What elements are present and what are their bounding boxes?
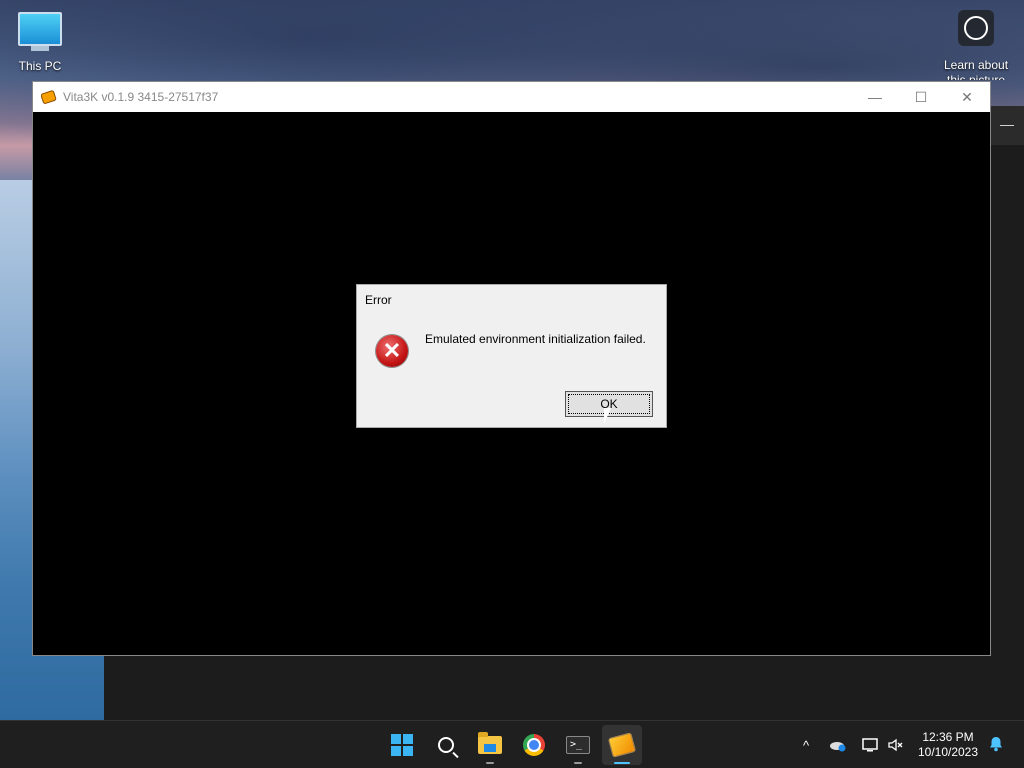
volume-muted-icon[interactable] — [886, 721, 906, 768]
monitor-icon — [18, 12, 62, 46]
vita3k-app-icon — [41, 90, 57, 104]
network-icon[interactable] — [860, 721, 880, 768]
mouse-cursor-icon — [604, 408, 611, 424]
dialog-title: Error — [365, 293, 392, 307]
start-button[interactable] — [382, 725, 422, 765]
search-icon — [438, 737, 454, 753]
error-icon: ✕ — [376, 335, 408, 367]
onedrive-icon[interactable] — [828, 721, 848, 768]
clock[interactable]: 12:36 PM 10/10/2023 — [912, 730, 984, 760]
taskbar: >_ ^ 12:36 PM 10/10/2023 — [0, 720, 1024, 768]
desktop-icon-this-pc[interactable]: This PC — [10, 10, 70, 73]
show-hidden-icons-button[interactable]: ^ — [797, 721, 815, 768]
taskbar-file-explorer[interactable] — [470, 725, 510, 765]
folder-icon — [478, 732, 502, 754]
monitor-stand — [31, 46, 49, 51]
chrome-icon — [523, 734, 545, 756]
clock-time: 12:36 PM — [922, 730, 974, 744]
taskbar-chrome[interactable] — [514, 725, 554, 765]
error-dialog: Error ✕ Emulated environment initializat… — [356, 284, 667, 428]
close-button[interactable]: ✕ — [944, 82, 990, 112]
search-button[interactable] — [426, 725, 466, 765]
clock-date: 10/10/2023 — [917, 745, 979, 759]
windows-logo-icon — [391, 734, 413, 756]
running-indicator — [486, 762, 494, 764]
notification-bell-icon[interactable] — [988, 736, 1004, 752]
window-title: Vita3K v0.1.9 3415-27517f37 — [63, 90, 219, 104]
title-bar[interactable]: Vita3K v0.1.9 3415-27517f37 — ☐ ✕ — [33, 82, 990, 112]
minimize-button[interactable]: — — [852, 82, 898, 112]
active-indicator — [614, 762, 630, 764]
dialog-message: Emulated environment initialization fail… — [425, 332, 646, 346]
desktop-icon-label: Learn about this picture — [943, 58, 1009, 80]
terminal-icon: >_ — [566, 736, 590, 754]
taskbar-terminal[interactable]: >_ — [558, 725, 598, 765]
maximize-button[interactable]: ☐ — [898, 82, 944, 112]
vita3k-icon — [607, 732, 637, 758]
background-window-minimize-button[interactable]: — — [990, 106, 1024, 145]
taskbar-vita3k[interactable] — [602, 725, 642, 765]
learn-picture-icon — [958, 10, 994, 46]
running-indicator — [574, 762, 582, 764]
desktop-icon-label: This PC — [18, 59, 62, 73]
desktop-icon-learn-about-picture[interactable]: Learn about this picture — [940, 10, 1012, 80]
